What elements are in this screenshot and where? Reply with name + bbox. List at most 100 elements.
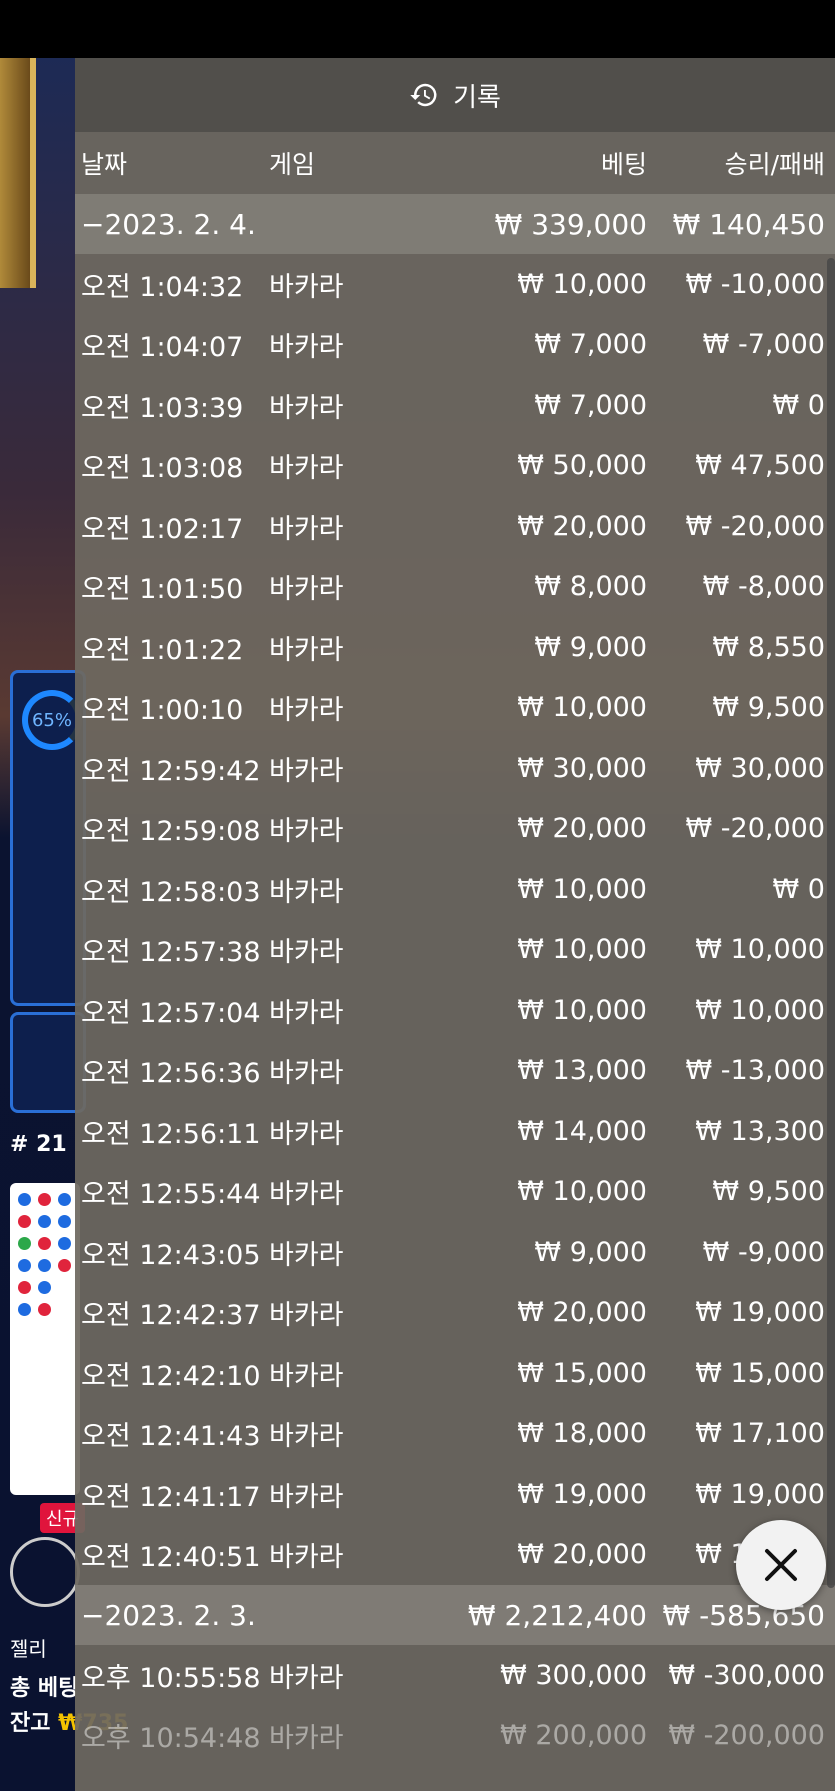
- total-bet-label: 총 베팅: [10, 1676, 79, 1701]
- history-row[interactable]: 오전 1:04:32 바카라 ₩ 10,000 ₩ -10,000: [75, 254, 835, 315]
- row-bet: ₩ 20,000: [517, 1539, 647, 1571]
- row-bet: ₩ 15,000: [517, 1357, 647, 1389]
- row-game: 바카라: [269, 271, 344, 303]
- history-row[interactable]: 오전 1:01:50 바카라 ₩ 8,000 ₩ -8,000: [75, 557, 835, 618]
- row-time: 오후 10:54:48: [81, 1723, 261, 1755]
- row-time: 오전 12:59:42: [81, 755, 261, 787]
- row-win-loss: ₩ 9,500: [712, 1176, 825, 1208]
- row-win-loss: ₩ -20,000: [685, 813, 826, 845]
- history-row[interactable]: 오전 12:42:10 바카라 ₩ 15,000 ₩ 15,000: [75, 1343, 835, 1404]
- row-win-loss: ₩ 47,500: [695, 450, 825, 482]
- close-button[interactable]: [736, 1520, 826, 1610]
- row-game: 바카라: [269, 1481, 344, 1513]
- column-game: 게임: [269, 150, 316, 179]
- history-row[interactable]: 오전 12:59:42 바카라 ₩ 30,000 ₩ 30,000: [75, 738, 835, 799]
- row-win-loss: ₩ -10,000: [685, 268, 826, 300]
- row-time: 오전 12:57:04: [81, 997, 261, 1029]
- history-row[interactable]: 오전 12:57:38 바카라 ₩ 10,000 ₩ 10,000: [75, 920, 835, 981]
- row-bet: ₩ 10,000: [517, 994, 647, 1026]
- history-row[interactable]: 오전 12:56:36 바카라 ₩ 13,000 ₩ -13,000: [75, 1041, 835, 1102]
- history-row[interactable]: 오전 1:03:39 바카라 ₩ 7,000 ₩ 0: [75, 375, 835, 436]
- row-time: 오전 1:01:50: [81, 574, 244, 606]
- row-bet: ₩ 9,000: [534, 631, 647, 663]
- row-bet: ₩ 7,000: [534, 389, 647, 421]
- column-win-loss: 승리/패배: [724, 150, 825, 179]
- scrollbar[interactable]: [827, 258, 835, 1588]
- group-date: −2023. 2. 4.: [81, 207, 256, 241]
- history-row[interactable]: 오전 12:58:03 바카라 ₩ 10,000 ₩ 0: [75, 859, 835, 920]
- history-row[interactable]: 오전 12:41:43 바카라 ₩ 18,000 ₩ 17,100: [75, 1404, 835, 1465]
- history-row[interactable]: 오전 12:56:11 바카라 ₩ 14,000 ₩ 13,300: [75, 1101, 835, 1162]
- row-bet: ₩ 300,000: [500, 1659, 647, 1691]
- row-time: 오전 12:56:11: [81, 1118, 261, 1150]
- history-row[interactable]: 오전 1:03:08 바카라 ₩ 50,000 ₩ 47,500: [75, 436, 835, 497]
- row-time: 오전 1:03:39: [81, 392, 244, 424]
- row-game: 바카라: [269, 1360, 344, 1392]
- row-game: 바카라: [269, 392, 344, 424]
- row-bet: ₩ 10,000: [517, 692, 647, 724]
- group-date: −2023. 2. 3.: [81, 1598, 256, 1632]
- row-time: 오전 12:57:38: [81, 937, 261, 969]
- column-date: 날짜: [81, 150, 128, 179]
- row-win-loss: ₩ 10,000: [695, 934, 825, 966]
- row-bet: ₩ 30,000: [517, 752, 647, 784]
- row-bet: ₩ 9,000: [534, 1236, 647, 1268]
- date-group-row[interactable]: −2023. 2. 3. ₩ 2,212,400 ₩ -585,650: [75, 1585, 835, 1645]
- row-time: 오전 12:55:44: [81, 1179, 261, 1211]
- row-game: 바카라: [269, 755, 344, 787]
- row-win-loss: ₩ 13,300: [695, 1115, 825, 1147]
- avatar[interactable]: [10, 1537, 80, 1607]
- date-group-row[interactable]: −2023. 2. 4. ₩ 339,000 ₩ 140,450: [75, 194, 835, 254]
- history-row[interactable]: 오전 12:55:44 바카라 ₩ 10,000 ₩ 9,500: [75, 1162, 835, 1223]
- row-bet: ₩ 200,000: [500, 1720, 647, 1752]
- row-time: 오전 12:41:43: [81, 1421, 261, 1453]
- row-time: 오전 12:56:36: [81, 1058, 261, 1090]
- history-row[interactable]: 오전 12:42:37 바카라 ₩ 20,000 ₩ 19,000: [75, 1283, 835, 1344]
- row-time: 오전 1:01:22: [81, 634, 244, 666]
- history-row[interactable]: 오전 12:40:51바카라₩ 20,000₩ 19,000: [75, 1525, 835, 1586]
- progress-ring: 65%: [22, 690, 82, 750]
- row-game: 바카라: [269, 1542, 344, 1574]
- row-time: 오전 1:04:32: [81, 271, 244, 303]
- history-row[interactable]: 오후 10:55:58 바카라 ₩ 300,000 ₩ -300,000: [75, 1645, 835, 1706]
- row-win-loss: ₩ -7,000: [702, 329, 825, 361]
- row-bet: ₩ 10,000: [517, 1176, 647, 1208]
- row-bet: ₩ 20,000: [517, 510, 647, 542]
- progress-percent: 65%: [31, 709, 72, 731]
- history-row[interactable]: 오후 10:54:48 바카라 ₩ 200,000 ₩ -200,000: [75, 1706, 835, 1767]
- column-headers: 날짜 게임 베팅 승리/패배: [75, 132, 835, 194]
- row-bet: ₩ 7,000: [534, 329, 647, 361]
- history-row[interactable]: 오전 1:01:22 바카라 ₩ 9,000 ₩ 8,550: [75, 617, 835, 678]
- row-game: 바카라: [269, 1300, 344, 1332]
- row-win-loss: ₩ -300,000: [668, 1659, 825, 1691]
- row-game: 바카라: [269, 1179, 344, 1211]
- history-row[interactable]: 오전 12:43:05 바카라 ₩ 9,000 ₩ -9,000: [75, 1222, 835, 1283]
- row-time: 오전 12:40:51: [81, 1542, 261, 1574]
- row-win-loss: ₩ 9,500: [712, 692, 825, 724]
- row-game: 바카라: [269, 937, 344, 969]
- history-header: 기록: [75, 58, 835, 132]
- round-number: # 21: [10, 1132, 67, 1157]
- history-row[interactable]: 오전 1:04:07 바카라 ₩ 7,000 ₩ -7,000: [75, 315, 835, 376]
- row-win-loss: ₩ 0: [772, 873, 825, 905]
- history-row[interactable]: 오전 12:57:04 바카라 ₩ 10,000 ₩ 10,000: [75, 980, 835, 1041]
- history-row[interactable]: 오전 12:41:17 바카라 ₩ 19,000 ₩ 19,000: [75, 1464, 835, 1525]
- row-game: 바카라: [269, 695, 344, 727]
- row-win-loss: ₩ 0: [772, 389, 825, 421]
- history-list[interactable]: −2023. 2. 4. ₩ 339,000 ₩ 140,450 오전 1:04:32…: [75, 194, 835, 1766]
- row-game: 바카라: [269, 1118, 344, 1150]
- row-win-loss: ₩ -200,000: [668, 1720, 825, 1752]
- row-game: 바카라: [269, 513, 344, 545]
- row-time: 오전 12:42:10: [81, 1360, 261, 1392]
- row-game: 바카라: [269, 574, 344, 606]
- row-bet: ₩ 10,000: [517, 268, 647, 300]
- row-bet: ₩ 19,000: [517, 1478, 647, 1510]
- row-game: 바카라: [269, 453, 344, 485]
- row-bet: ₩ 18,000: [517, 1418, 647, 1450]
- row-win-loss: ₩ -9,000: [702, 1236, 825, 1268]
- row-time: 오전 1:03:08: [81, 453, 244, 485]
- history-row[interactable]: 오전 1:02:17 바카라 ₩ 20,000 ₩ -20,000: [75, 496, 835, 557]
- row-win-loss: ₩ 19,000: [695, 1297, 825, 1329]
- history-row[interactable]: 오전 12:59:08 바카라 ₩ 20,000 ₩ -20,000: [75, 799, 835, 860]
- history-row[interactable]: 오전 1:00:10 바카라 ₩ 10,000 ₩ 9,500: [75, 678, 835, 739]
